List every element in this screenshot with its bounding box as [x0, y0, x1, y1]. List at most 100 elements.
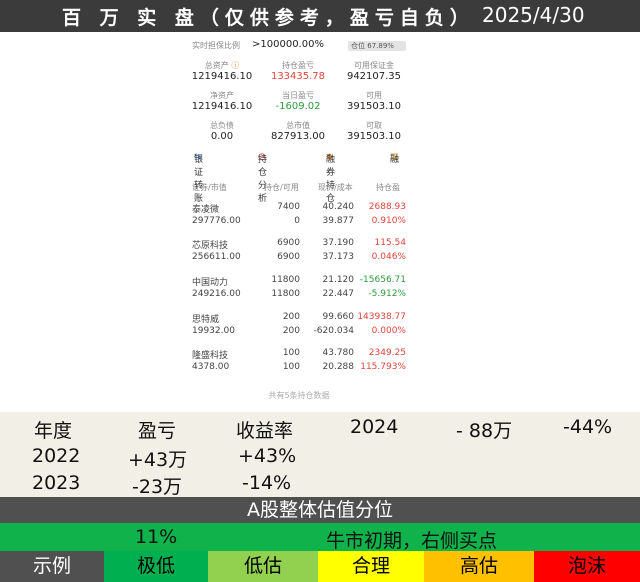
valuation-percent: 11% [135, 526, 178, 548]
stock-pct: 0.910% [371, 216, 406, 226]
header-bar: 百 万 实 盘（仅供参考，盈亏自负） 2025/4/30 [0, 0, 640, 32]
stock-pl: 2688.93 [368, 202, 406, 212]
stock-hold: 200 [282, 312, 300, 322]
legend-item-fair: 合理 [318, 551, 424, 582]
table-row[interactable]: 泰凌微 297776.00 7400 0 40.240 39.877 2688.… [186, 202, 412, 238]
stat-net-assets: 净资产 1219416.10 [186, 90, 258, 112]
stat-label: 持仓盈亏 [282, 61, 314, 70]
stock-price: 40.240 [322, 202, 355, 212]
stat-label: 可取 [366, 121, 382, 130]
stock-hold: 11800 [271, 275, 300, 285]
header-date: 2025/4/30 [482, 3, 585, 27]
stock-price: 43.780 [322, 348, 355, 358]
perf-header-year: 年度 [34, 420, 73, 442]
table-row[interactable]: 中国动力 249216.00 11800 11800 21.120 22.447… [186, 275, 412, 311]
stock-cost: 22.447 [322, 289, 355, 299]
stat-value: 391503.10 [346, 101, 402, 112]
legend-item-bubble: 泡沫 [534, 551, 640, 582]
account-screenshot: 实时担保比例 >100000.00% 仓位 67.89% 总资产 ⓘ 121941… [186, 32, 412, 412]
stock-market-value: 4378.00 [192, 362, 230, 372]
legend-label: 示例 [0, 551, 104, 582]
stat-label: 总负债 [210, 121, 234, 130]
stat-label: 可用保证金 [354, 61, 394, 70]
stock-pl: -15656.71 [359, 275, 406, 285]
perf-year: 2022 [32, 445, 81, 467]
perf-pl: -23万 [132, 476, 183, 498]
table-row[interactable]: 芯原科技 256611.00 6900 6900 37.190 37.173 1… [186, 238, 412, 274]
stat-label: 当日盈亏 [282, 91, 314, 100]
valuation-comment: 牛市初期，右侧买点 [326, 530, 498, 552]
perf-header-rate: 收益率 [236, 420, 294, 442]
stock-name: 中国动力 [192, 278, 229, 288]
stock-market-value: 297776.00 [192, 216, 241, 226]
stock-cost: 20.288 [322, 362, 355, 372]
tool-label: 持仓分析 [258, 155, 268, 204]
stat-market-value: 总市值 827913.00 [262, 120, 334, 142]
stat-value: 0.00 [210, 131, 234, 142]
stock-pct: 0.046% [371, 252, 406, 262]
stock-hold: 100 [282, 348, 300, 358]
ratio-label: 实时担保比例 [192, 41, 240, 50]
stat-label: 总市值 [286, 121, 310, 130]
perf-rate: +43% [238, 445, 297, 467]
perf-pl: +43万 [128, 449, 188, 471]
stock-cost: 37.173 [322, 252, 355, 262]
valuation-title: A股整体估值分位 [0, 497, 640, 523]
stat-value: 942107.35 [346, 71, 402, 82]
position-gauge: 仓位 67.89% [348, 41, 406, 51]
stock-name: 泰凌微 [192, 205, 220, 215]
holdings-footer: 共有5条持仓数据 [268, 391, 330, 400]
stock-price: 37.190 [322, 238, 355, 248]
stock-market-value: 19932.00 [192, 326, 235, 336]
col-price: 现价/成本 [318, 183, 353, 192]
table-row[interactable]: 思特威 19932.00 200 200 99.660 -620.034 143… [186, 312, 412, 348]
stock-avail: 6900 [277, 252, 300, 262]
stock-cost: -620.034 [313, 326, 354, 336]
perf-header-pl: 盈亏 [138, 420, 177, 442]
stock-price: 21.120 [322, 275, 355, 285]
perf-pl: - 88万 [456, 420, 513, 442]
stock-avail: 0 [294, 216, 300, 226]
ratio-row: 实时担保比例 >100000.00% 仓位 67.89% [192, 39, 406, 52]
legend-item-very-low: 极低 [104, 551, 208, 582]
stock-pct: -5.912% [368, 289, 406, 299]
stat-label: 净资产 [210, 91, 234, 100]
stat-total-assets: 总资产 ⓘ 1219416.10 [186, 60, 258, 82]
page-title: 百 万 实 盘（仅供参考，盈亏自负） [62, 7, 475, 29]
stock-pct: 115.793% [360, 362, 406, 372]
stock-pl: 2349.25 [368, 348, 406, 358]
info-icon[interactable]: ⓘ [231, 61, 239, 70]
stock-pl: 143938.77 [357, 312, 406, 322]
stock-name: 隆盛科技 [192, 351, 229, 361]
stat-total-liabilities: 总负债 0.00 [186, 120, 258, 142]
stat-value: 391503.10 [346, 131, 402, 142]
col-holding: 持仓/可用 [264, 183, 299, 192]
performance-table: 年度 盈亏 收益率 2024 - 88万 -44% 2022 +43万 +43%… [0, 412, 640, 498]
stock-price: 99.660 [322, 312, 355, 322]
legend-item-low: 低估 [208, 551, 318, 582]
stat-value: 133435.78 [270, 71, 326, 82]
stat-position-pl: 持仓盈亏 133435.78 [262, 60, 334, 82]
col-security[interactable]: 证券/市值 [192, 182, 227, 193]
stat-available: 可用 391503.10 [338, 90, 410, 112]
tool-label: 银证转账 [194, 155, 204, 204]
stat-value: -1609.02 [275, 101, 321, 112]
stock-cost: 39.877 [322, 216, 355, 226]
stock-pct: 0.000% [371, 326, 406, 336]
stock-market-value: 249216.00 [192, 289, 241, 299]
legend-item-high: 高估 [424, 551, 534, 582]
stock-avail: 200 [282, 326, 300, 336]
stock-hold: 6900 [277, 238, 300, 248]
stat-label: 可用 [366, 91, 382, 100]
perf-rate: -14% [242, 472, 292, 494]
stat-label: 总资产 [204, 61, 229, 70]
stock-market-value: 256611.00 [192, 252, 241, 262]
table-row[interactable]: 隆盛科技 4378.00 100 100 43.780 20.288 2349.… [186, 348, 412, 384]
gauge-label: 仓位 [351, 42, 365, 50]
stock-avail: 11800 [271, 289, 300, 299]
tool-label: 融券持仓 [326, 155, 336, 204]
stat-value: 1219416.10 [191, 101, 253, 112]
stock-name: 芯原科技 [192, 241, 229, 251]
stock-name: 思特威 [192, 315, 220, 325]
stock-avail: 100 [282, 362, 300, 372]
